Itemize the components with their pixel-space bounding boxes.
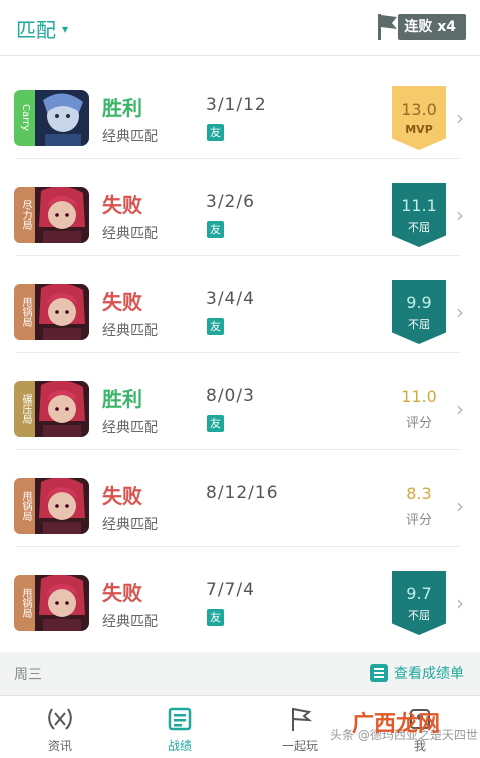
- hero-avatar: [35, 187, 89, 243]
- role-label: 碾压局: [20, 394, 31, 424]
- match-result: 失败: [102, 193, 142, 217]
- role-label: 甩锅局: [20, 491, 31, 521]
- match-filter-dropdown[interactable]: 匹配 ▾: [16, 14, 68, 43]
- view-report-label: 查看成绩单: [394, 666, 464, 682]
- match-result: 失败: [102, 581, 142, 605]
- kda-stats: 8/0/3: [206, 386, 255, 406]
- match-result: 胜利: [102, 387, 142, 411]
- role-tag: 尽力局: [14, 187, 36, 243]
- tab-news-label: 资讯: [47, 739, 72, 753]
- view-report-link[interactable]: 查看成绩单: [370, 663, 464, 683]
- score-value: 11.0: [401, 387, 437, 406]
- match-list: Carry 胜利 经典匹配 3/1/12 友 13.0 MVP › 尽力局 失败…: [0, 62, 480, 644]
- hero-avatar: [35, 478, 89, 534]
- score-badge: 9.9 不屈: [392, 280, 446, 344]
- score-value: 9.7: [406, 583, 432, 603]
- score-label: 不屈: [408, 317, 430, 331]
- teammate-badge: 友: [207, 124, 224, 141]
- flag-icon: [292, 707, 313, 731]
- kda-stats: 3/2/6: [206, 192, 255, 212]
- score-label: 评分: [405, 513, 432, 528]
- chevron-right-icon: ›: [456, 300, 464, 324]
- top-header: 匹配 ▾ 连败 x4: [0, 0, 480, 56]
- kda-stats: 7/7/4: [206, 580, 255, 600]
- score-badge: 8.3 评分: [392, 474, 446, 538]
- match-row[interactable]: 甩锅局 失败 经典匹配 3/4/4 友 9.9 不屈 ›: [0, 256, 480, 353]
- role-label: 甩锅局: [20, 297, 31, 327]
- chevron-right-icon: ›: [456, 494, 464, 518]
- streak-label: 连败 x4: [398, 14, 466, 40]
- game-mode: 经典匹配: [102, 517, 158, 533]
- game-mode: 经典匹配: [102, 226, 158, 242]
- kda-stats: 8/12/16: [206, 483, 279, 503]
- hero-avatar: [35, 284, 89, 340]
- score-value: 9.9: [406, 292, 432, 312]
- hero-avatar: [35, 90, 89, 146]
- score-badge: 11.1 不屈: [392, 183, 446, 247]
- match-row[interactable]: 尽力局 失败 经典匹配 3/2/6 友 11.1 不屈 ›: [0, 159, 480, 256]
- chevron-right-icon: ›: [456, 591, 464, 615]
- game-mode: 经典匹配: [102, 323, 158, 339]
- match-row[interactable]: 碾压局 胜利 经典匹配 8/0/3 友 11.0 评分 ›: [0, 353, 480, 450]
- score-label: 不屈: [408, 220, 430, 234]
- match-row[interactable]: 甩锅局 失败 经典匹配 7/7/4 友 9.7 不屈 ›: [0, 547, 480, 644]
- game-mode: 经典匹配: [102, 420, 158, 436]
- hero-avatar: [35, 381, 89, 437]
- role-tag: 甩锅局: [14, 478, 36, 534]
- match-result: 失败: [102, 484, 142, 508]
- hero-avatar: [35, 575, 89, 631]
- summary-bar: 周三 查看成绩单: [0, 652, 480, 696]
- score-badge: 11.0 评分: [392, 377, 446, 441]
- score-badge: 9.7 不屈: [392, 571, 446, 635]
- tab-records[interactable]: 战绩: [120, 697, 240, 758]
- tab-play-together-label: 一起玩: [281, 739, 318, 753]
- teammate-badge: 友: [207, 221, 224, 238]
- streak-badge: 连败 x4: [376, 12, 466, 42]
- match-row[interactable]: 甩锅局 失败 经典匹配 8/12/16 8.3 评分 ›: [0, 450, 480, 547]
- role-tag: 甩锅局: [14, 284, 36, 340]
- score-label: MVP: [405, 123, 433, 136]
- teammate-badge: 友: [207, 609, 224, 626]
- watermark: 头条 @德玛西亚之楚天四世 广西龙网: [330, 712, 478, 743]
- match-result: 失败: [102, 290, 142, 314]
- role-label: 甩锅局: [20, 588, 31, 618]
- scoreboard-icon: [168, 707, 192, 731]
- role-label: Carry: [20, 104, 31, 132]
- chevron-right-icon: ›: [456, 106, 464, 130]
- list-icon: [370, 664, 388, 682]
- role-tag: Carry: [14, 90, 36, 146]
- role-tag: 碾压局: [14, 381, 36, 437]
- match-row[interactable]: Carry 胜利 经典匹配 3/1/12 友 13.0 MVP ›: [0, 62, 480, 159]
- role-label: 尽力局: [20, 200, 31, 230]
- score-label: 评分: [405, 416, 432, 431]
- score-badge: 13.0 MVP: [392, 86, 446, 150]
- score-value: 8.3: [406, 484, 432, 503]
- wreath-icon: [48, 708, 72, 730]
- teammate-badge: 友: [207, 318, 224, 335]
- chevron-down-icon: ▾: [62, 21, 69, 36]
- score-value: 11.1: [401, 195, 437, 215]
- watermark-brand: 广西龙网: [352, 712, 441, 737]
- score-label: 不屈: [408, 608, 430, 622]
- tab-records-label: 战绩: [167, 739, 192, 753]
- role-tag: 甩锅局: [14, 575, 36, 631]
- kda-stats: 3/1/12: [206, 95, 267, 115]
- teammate-badge: 友: [207, 415, 224, 432]
- chevron-right-icon: ›: [456, 397, 464, 421]
- chevron-right-icon: ›: [456, 203, 464, 227]
- game-mode: 经典匹配: [102, 129, 158, 145]
- game-mode: 经典匹配: [102, 614, 158, 630]
- filter-label: 匹配: [16, 18, 56, 42]
- flag-icon: [378, 14, 398, 40]
- kda-stats: 3/4/4: [206, 289, 255, 309]
- score-value: 13.0: [401, 100, 437, 119]
- day-label: 周三: [14, 667, 42, 683]
- tab-news[interactable]: 资讯: [0, 697, 120, 758]
- match-result: 胜利: [102, 96, 142, 120]
